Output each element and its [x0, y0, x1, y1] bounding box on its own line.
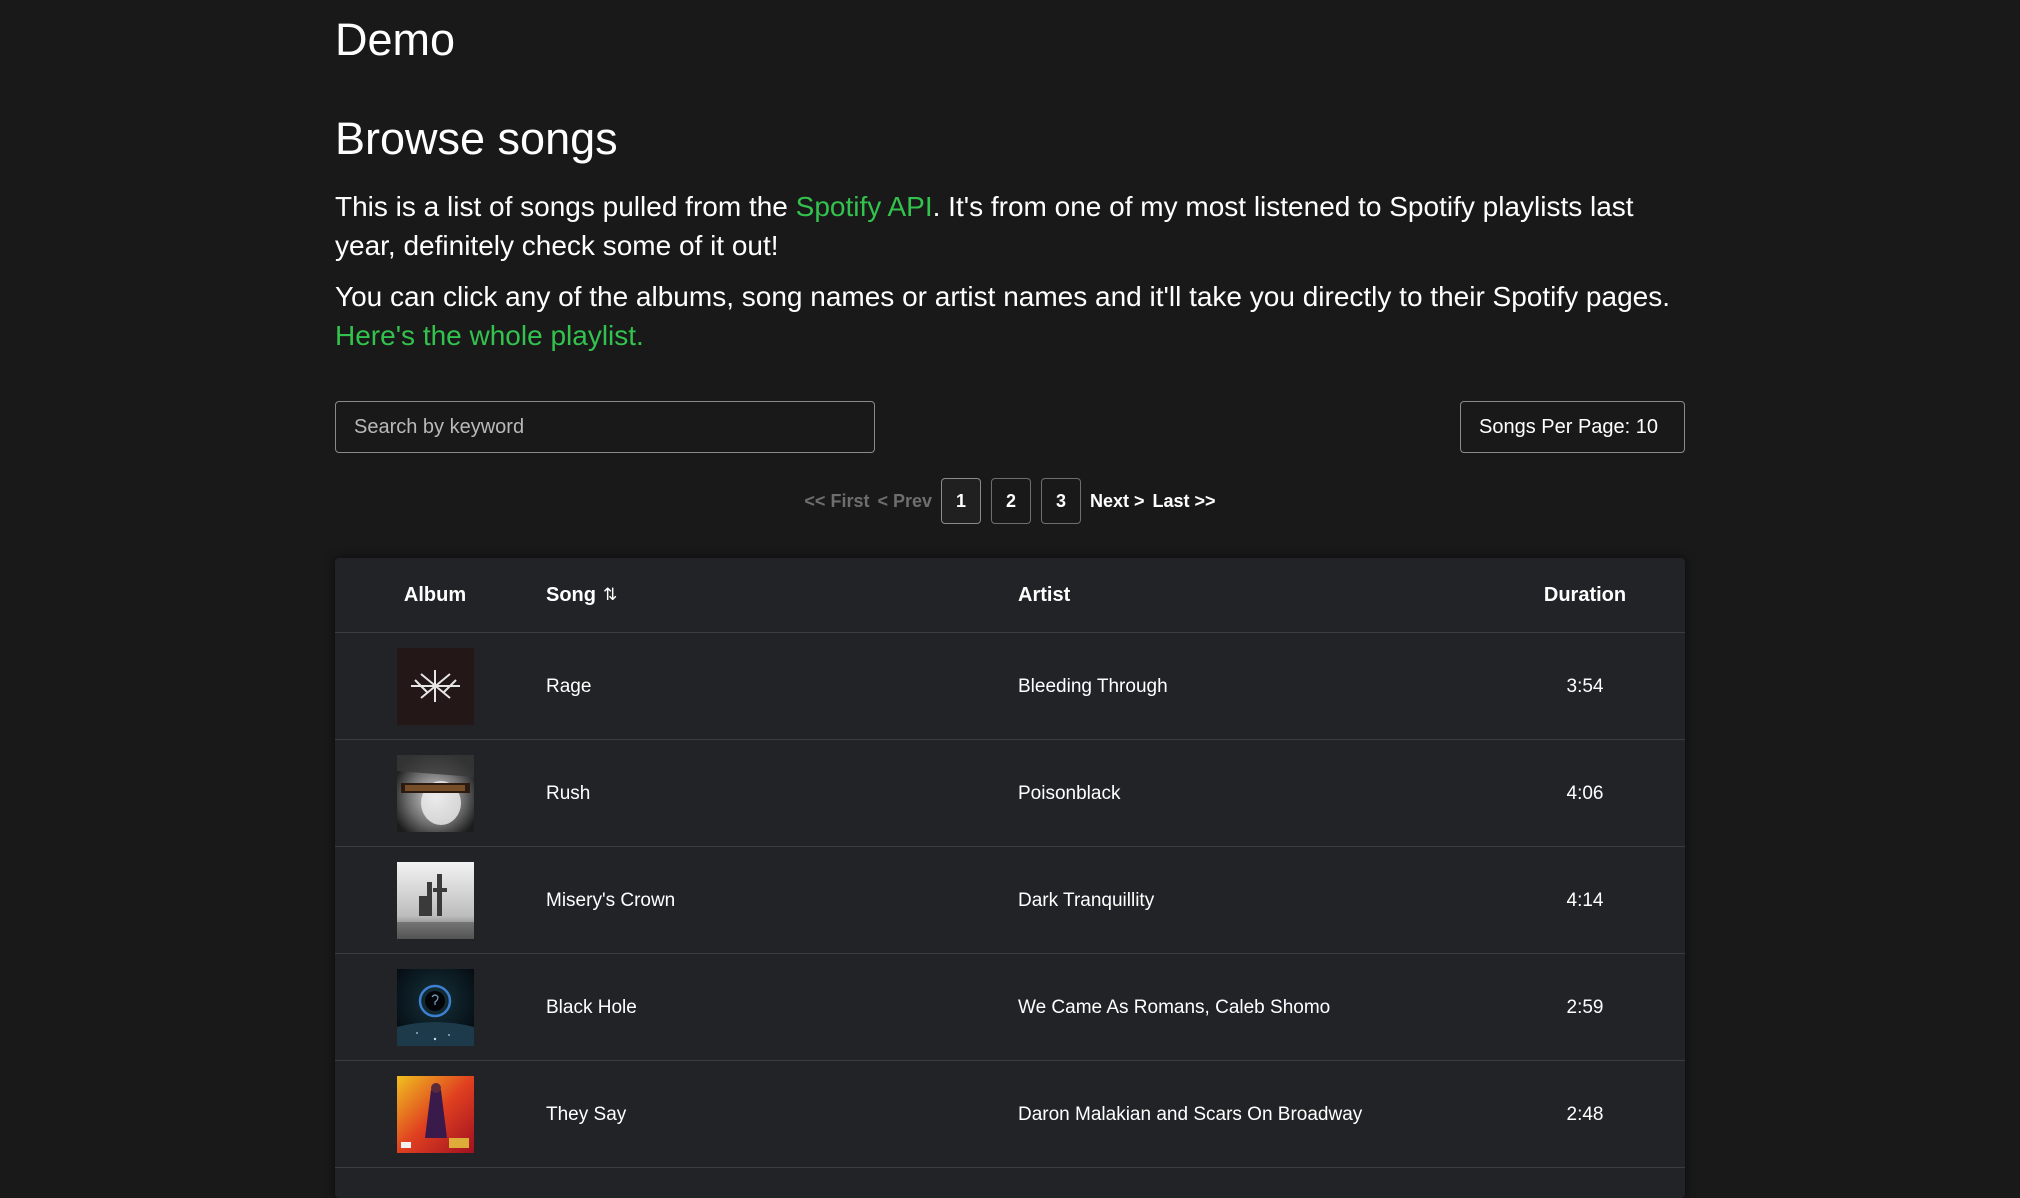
table-row: Misery's Crown Dark Tranquillity 4:14 [335, 847, 1685, 954]
duration: 4:14 [1566, 889, 1604, 911]
album-cell [397, 847, 474, 954]
site-title: Demo [335, 14, 456, 65]
album-cell [397, 740, 474, 847]
artist-column-header: Artist [1018, 583, 1071, 606]
intro-paragraph: This is a list of songs pulled from the … [335, 187, 1685, 265]
sort-icon[interactable]: ⇅ [603, 585, 617, 605]
song-column-header[interactable]: Song ⇅ [546, 558, 617, 632]
pagination: << First < Prev 1 2 3 Next > Last >> [335, 476, 1685, 526]
artist-name[interactable]: We Came As Romans, Caleb Shomo [1018, 954, 1330, 1061]
table-row: They Say Daron Malakian and Scars On Bro… [335, 1061, 1685, 1168]
duration: 4:06 [1566, 782, 1604, 804]
artist-name[interactable]: Daron Malakian and Scars On Broadway [1018, 1061, 1362, 1168]
duration: 2:48 [1566, 1103, 1604, 1125]
artist-name[interactable]: Poisonblack [1018, 740, 1120, 847]
next-page-link[interactable]: Next > [1090, 491, 1145, 512]
album-column-header: Album [403, 583, 467, 606]
song-name[interactable]: They Say [546, 1061, 626, 1168]
album-cell [397, 954, 474, 1061]
page-2-button[interactable]: 2 [991, 478, 1031, 524]
table-row: Rage Bleeding Through 3:54 [335, 633, 1685, 740]
duration: 3:54 [1566, 675, 1604, 697]
artist-name[interactable]: Bleeding Through [1018, 633, 1168, 740]
duration-column-header: Duration [1543, 583, 1627, 606]
bleeding-through-cover[interactable] [397, 648, 474, 725]
search-input[interactable] [335, 401, 875, 453]
we-came-as-romans-cover[interactable] [397, 969, 474, 1046]
intro-text-before: This is a list of songs pulled from the [335, 191, 796, 222]
album-cell [397, 1061, 474, 1168]
last-page-link[interactable]: Last >> [1153, 491, 1216, 512]
table-header: Album Song ⇅ Artist Duration [335, 558, 1685, 633]
instructions-paragraph: You can click any of the albums, song na… [335, 277, 1685, 355]
artist-name[interactable]: Dark Tranquillity [1018, 847, 1154, 954]
songs-per-page-select[interactable]: Songs Per Page: 10 [1460, 401, 1685, 453]
album-cell [397, 633, 474, 740]
song-name[interactable]: Rush [546, 740, 590, 847]
first-page-link[interactable]: << First [804, 491, 869, 512]
poisonblack-cover[interactable] [397, 755, 474, 832]
spotify-api-link[interactable]: Spotify API [796, 191, 933, 222]
song-name[interactable]: Misery's Crown [546, 847, 675, 954]
duration: 2:59 [1566, 996, 1604, 1018]
page-3-button[interactable]: 3 [1041, 478, 1081, 524]
instructions-text: You can click any of the albums, song na… [335, 281, 1671, 312]
song-name[interactable]: Rage [546, 633, 591, 740]
song-column-label: Song [546, 583, 596, 606]
whole-playlist-link[interactable]: Here's the whole playlist. [335, 320, 644, 351]
prev-page-link[interactable]: < Prev [877, 491, 932, 512]
songs-table: Album Song ⇅ Artist Duration Rage Bleedi… [335, 558, 1685, 1198]
dark-tranquillity-cover[interactable] [397, 862, 474, 939]
table-row: Black Hole We Came As Romans, Caleb Shom… [335, 954, 1685, 1061]
scars-on-broadway-cover[interactable] [397, 1076, 474, 1153]
page-1-button[interactable]: 1 [941, 478, 981, 524]
table-row: Rush Poisonblack 4:06 [335, 740, 1685, 847]
page-heading: Browse songs [335, 113, 618, 164]
song-name[interactable]: Black Hole [546, 954, 637, 1061]
